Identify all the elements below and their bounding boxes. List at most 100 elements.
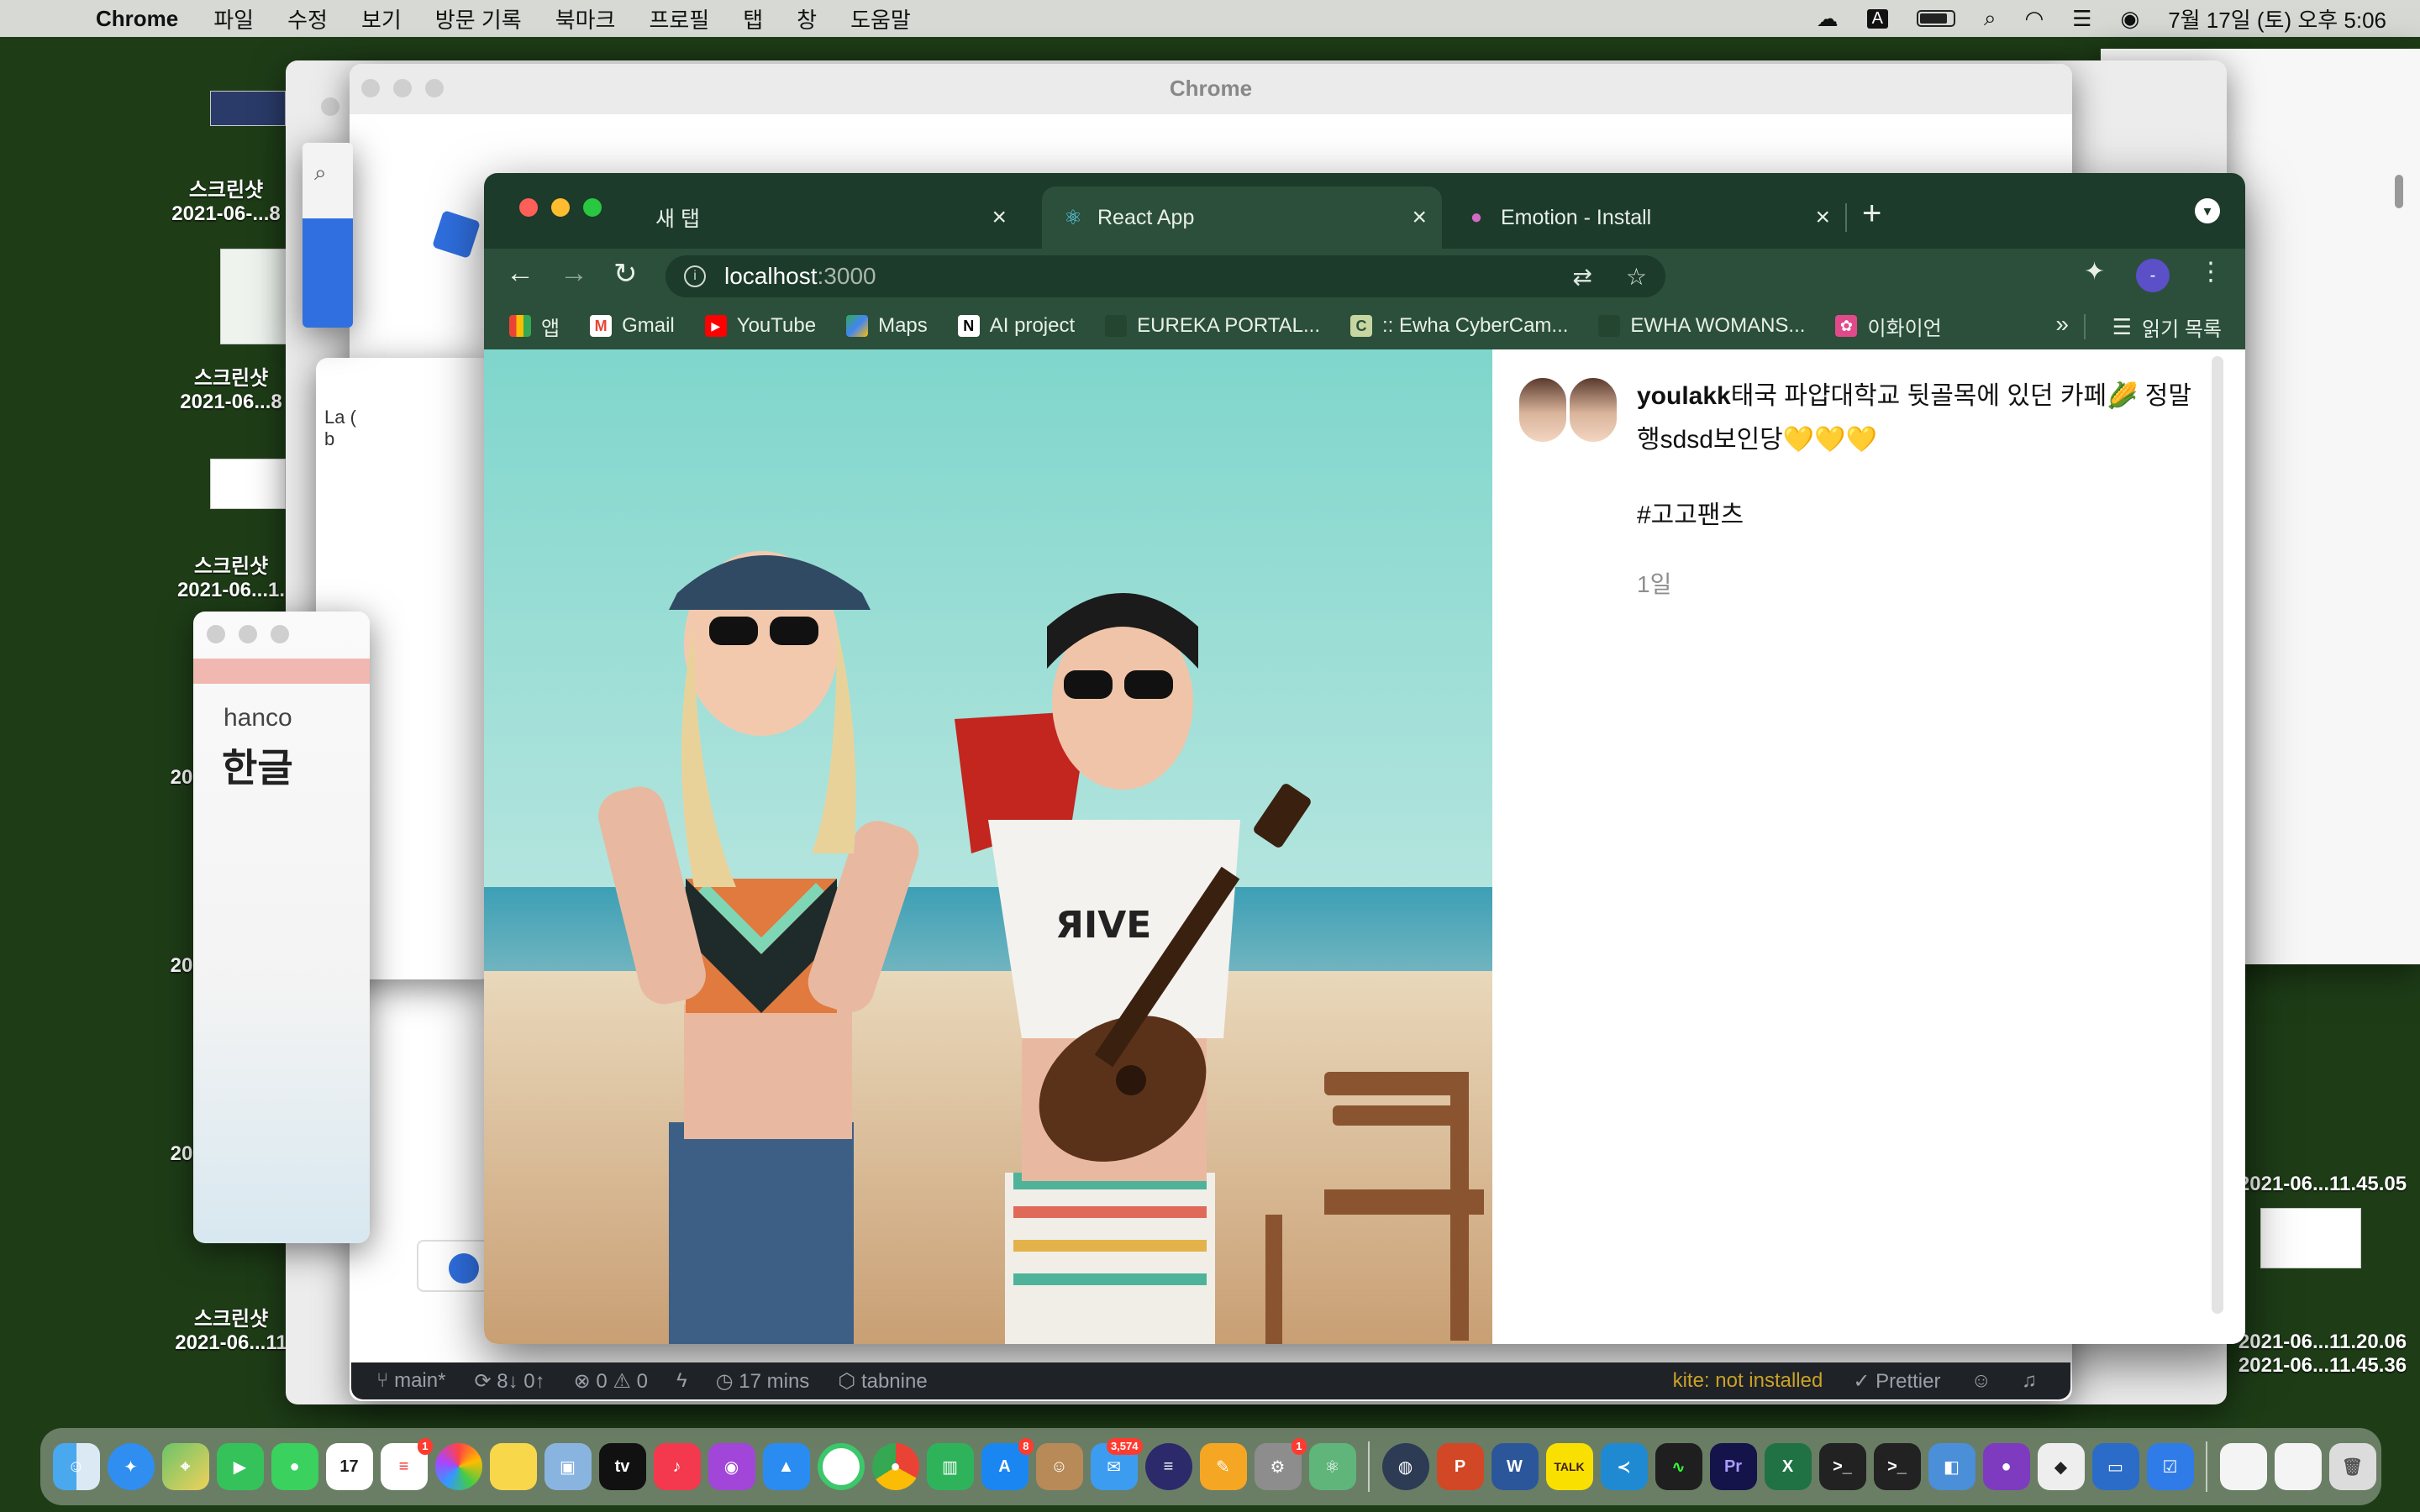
notes-icon[interactable]	[489, 1443, 537, 1490]
control-center-icon[interactable]: ☰	[2072, 6, 2091, 32]
podcasts-icon[interactable]: ◉	[708, 1443, 755, 1490]
window-controls[interactable]	[207, 625, 289, 643]
git-sync[interactable]: ⟳ 8↓ 0↑	[474, 1369, 544, 1394]
github-desktop-icon[interactable]: ●	[1982, 1443, 2030, 1490]
menubar-clock[interactable]: 7월 17일 (토) 오후 5:06	[2168, 3, 2386, 34]
desktop-file-item[interactable]: 스크린샷 2021-06...8	[160, 361, 302, 414]
desktop-file-item[interactable]: 스크린샷 2021-06...1.	[160, 549, 302, 602]
desktop-file-item[interactable]: 2021-06...11.45.05	[2225, 1173, 2420, 1196]
desktop-thumbnail[interactable]	[2260, 1208, 2361, 1268]
forward-icon[interactable]: →	[560, 257, 588, 290]
notifications-bell-icon[interactable]: ♫	[2022, 1369, 2037, 1393]
creative-cloud-icon[interactable]: ☁	[1817, 6, 1839, 32]
keynote-icon[interactable]: ▲	[762, 1443, 810, 1490]
profile-avatar[interactable]: -	[2136, 259, 2170, 292]
finder-icon[interactable]: ☺	[52, 1443, 100, 1490]
mail-icon[interactable]: ✉ 3,574	[1090, 1438, 1143, 1490]
menu-file[interactable]: 파일	[213, 3, 254, 34]
avatar[interactable]	[1568, 376, 1618, 444]
post-hashtag[interactable]: #고고팬츠	[1637, 494, 1744, 531]
search-icon[interactable]: ⌕	[314, 160, 327, 186]
activity-ring-icon[interactable]	[817, 1443, 865, 1490]
unity-icon[interactable]: ◆	[2037, 1443, 2085, 1490]
tab-search-icon[interactable]: ▾	[2195, 198, 2220, 223]
bookmark-ewhaian[interactable]: ✿ 이화이언	[1835, 312, 1942, 341]
vscode-icon[interactable]: ≺	[1600, 1443, 1648, 1490]
desktop-thumbnail[interactable]	[210, 91, 286, 126]
dictionary-icon[interactable]: ▭	[2091, 1443, 2139, 1490]
problems-indicator[interactable]: ⊗ 0 ⚠ 0	[574, 1369, 648, 1394]
close-tab-icon[interactable]: ×	[1815, 203, 1830, 232]
maps-app-icon[interactable]: ⌖	[161, 1443, 209, 1490]
zoom-window-button[interactable]	[583, 198, 602, 217]
site-info-icon[interactable]: i	[684, 265, 706, 287]
pages-icon[interactable]: ✎	[1199, 1443, 1247, 1490]
lightning-icon[interactable]: ϟ	[676, 1369, 687, 1393]
menu-kebab-icon[interactable]: ⋮	[2198, 257, 2223, 286]
post-username[interactable]: youlakk	[1637, 382, 1731, 410]
trash-icon[interactable]: 🗑	[2328, 1443, 2376, 1490]
desktop-file-item[interactable]: 2021-06...11.20.06 2021-06...11.45.36	[2225, 1331, 2420, 1378]
bookmark-star-icon[interactable]: ☆	[1626, 263, 1647, 291]
chrome-icon[interactable]: ●	[871, 1443, 919, 1490]
bookmark-maps[interactable]: Maps	[846, 314, 928, 338]
menu-history[interactable]: 방문 기록	[435, 3, 522, 34]
git-branch[interactable]: ⑂ main*	[376, 1369, 445, 1393]
downloads-stack-icon[interactable]	[2219, 1443, 2267, 1490]
premiere-icon[interactable]: Pr	[1709, 1443, 1757, 1490]
close-window-button[interactable]	[519, 198, 538, 217]
word-icon[interactable]: W	[1491, 1443, 1539, 1490]
activity-monitor-icon[interactable]: ∿	[1655, 1443, 1702, 1490]
globe-app-icon[interactable]: ◍	[1381, 1443, 1429, 1490]
system-preferences-icon[interactable]: ⚙ 1	[1254, 1438, 1307, 1490]
page-scrollbar[interactable]	[2212, 356, 2223, 1314]
menu-app-name[interactable]: Chrome	[96, 6, 178, 32]
avatar[interactable]	[1518, 376, 1568, 444]
siri-icon[interactable]: ◉	[2121, 6, 2140, 32]
menu-edit[interactable]: 수정	[287, 3, 328, 34]
bookmark-eureka[interactable]: EUREKA PORTAL...	[1105, 314, 1320, 338]
address-bar[interactable]: i localhost:3000 ⇄ ☆	[666, 255, 1665, 297]
reload-icon[interactable]: ↻	[613, 257, 638, 291]
menu-window[interactable]: 창	[797, 3, 817, 34]
calendar-icon[interactable]: 17	[325, 1443, 373, 1490]
safari-icon[interactable]: ✦	[107, 1443, 155, 1490]
numbers-icon[interactable]: ▥	[926, 1443, 974, 1490]
tabnine-indicator[interactable]: ⬡ tabnine	[838, 1369, 927, 1394]
extensions-icon[interactable]: ✦	[2084, 257, 2105, 286]
menu-help[interactable]: 도움말	[850, 3, 911, 34]
tab-new-tab[interactable]: 새 탭 ×	[649, 186, 1022, 249]
battery-icon[interactable]	[1916, 10, 1955, 27]
desktop-thumbnail[interactable]	[220, 249, 287, 344]
reminders-icon[interactable]: ≡ 1	[380, 1438, 433, 1490]
bookmark-gmail[interactable]: M Gmail	[590, 314, 675, 338]
bookmark-youtube[interactable]: ▶ YouTube	[704, 314, 816, 338]
eclipse-icon[interactable]: ≡	[1144, 1443, 1192, 1490]
minimize-window-button[interactable]	[551, 198, 570, 217]
close-tab-icon[interactable]: ×	[992, 203, 1007, 232]
feedback-icon[interactable]: ☺	[1970, 1369, 1991, 1393]
menu-profiles[interactable]: 프로필	[649, 3, 709, 34]
apple-tv-icon[interactable]: tv	[598, 1443, 646, 1490]
kite-status[interactable]: kite: not installed	[1673, 1369, 1823, 1393]
prettier-status[interactable]: ✓ Prettier	[1853, 1369, 1940, 1394]
excel-icon[interactable]: X	[1764, 1443, 1812, 1490]
desktop-file-item[interactable]: 스크린샷 2021-06-...8	[155, 173, 297, 226]
bookmark-apps[interactable]: 앱	[509, 312, 560, 341]
menu-view[interactable]: 보기	[361, 3, 402, 34]
account-button[interactable]	[417, 1240, 492, 1292]
todo-icon[interactable]: ☑	[2146, 1443, 2194, 1490]
spotlight-search-icon[interactable]: ⌕	[1984, 5, 1996, 32]
terminal-2-icon[interactable]: >_	[1873, 1443, 1921, 1490]
desktop-thumbnail[interactable]	[210, 459, 286, 509]
menu-bookmarks[interactable]: 북마크	[555, 3, 616, 34]
post-author-avatars[interactable]	[1518, 376, 1618, 444]
atom-icon[interactable]: ⚛	[1308, 1443, 1356, 1490]
tab-emotion-install[interactable]: ● Emotion - Install ×	[1445, 186, 1845, 249]
close-tab-icon[interactable]: ×	[1412, 203, 1427, 232]
preview-icon[interactable]: ▣	[544, 1443, 592, 1490]
desktop-file-item[interactable]: 스크린샷 2021-06...11	[160, 1302, 302, 1355]
window-controls[interactable]	[321, 97, 339, 116]
wakatime-indicator[interactable]: ◷ 17 mins	[716, 1369, 810, 1394]
input-source-indicator[interactable]: A	[1866, 8, 1888, 29]
